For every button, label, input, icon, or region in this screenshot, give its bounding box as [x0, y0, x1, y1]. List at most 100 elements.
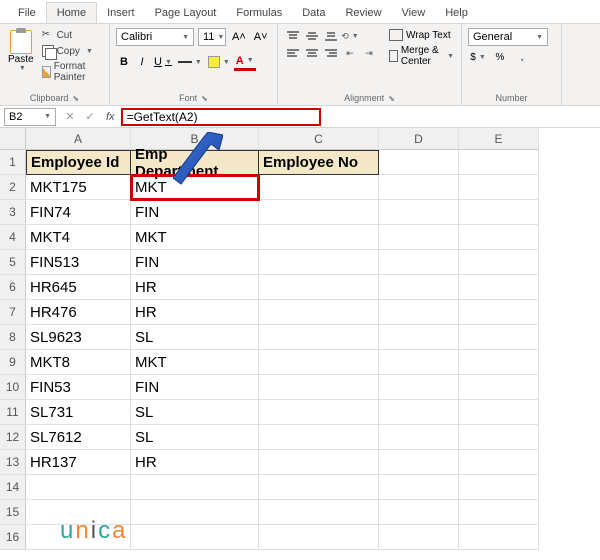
bold-button[interactable]: B — [116, 53, 132, 71]
cell[interactable]: SL — [131, 425, 259, 450]
paste-button[interactable]: Paste ▼ — [6, 28, 36, 74]
align-top-button[interactable] — [284, 28, 302, 44]
cell[interactable] — [379, 400, 459, 425]
row-header[interactable]: 7 — [0, 300, 26, 325]
cell[interactable] — [379, 250, 459, 275]
cell[interactable] — [379, 200, 459, 225]
merge-center-button[interactable]: Merge & Center▼ — [388, 44, 455, 68]
cell[interactable]: FIN — [131, 375, 259, 400]
row-header[interactable]: 4 — [0, 225, 26, 250]
cell[interactable] — [459, 525, 539, 550]
cell[interactable] — [379, 300, 459, 325]
align-middle-button[interactable] — [303, 28, 321, 44]
name-box[interactable]: B2▼ — [4, 108, 56, 126]
cell-selected[interactable]: MKT — [131, 175, 259, 200]
cell[interactable] — [259, 475, 379, 500]
cell[interactable] — [459, 200, 539, 225]
cell[interactable]: HR645 — [26, 275, 131, 300]
cell[interactable] — [379, 375, 459, 400]
col-header[interactable]: A — [26, 128, 131, 150]
tab-home[interactable]: Home — [46, 2, 97, 23]
cell[interactable] — [259, 425, 379, 450]
cell[interactable] — [259, 450, 379, 475]
cell[interactable] — [259, 200, 379, 225]
cell[interactable]: HR — [131, 450, 259, 475]
cell[interactable] — [131, 500, 259, 525]
comma-button[interactable]: , — [512, 48, 532, 66]
cell[interactable] — [379, 350, 459, 375]
cell[interactable]: MKT4 — [26, 225, 131, 250]
cell[interactable] — [259, 325, 379, 350]
cell[interactable] — [379, 475, 459, 500]
row-header[interactable]: 3 — [0, 200, 26, 225]
row-header[interactable]: 5 — [0, 250, 26, 275]
cell[interactable] — [379, 175, 459, 200]
cell[interactable]: FIN513 — [26, 250, 131, 275]
enter-formula-button[interactable]: ✓ — [80, 110, 100, 123]
format-painter-button[interactable]: Format Painter — [40, 60, 103, 84]
fill-color-button[interactable]: ▼ — [206, 53, 232, 71]
cell[interactable]: MKT175 — [26, 175, 131, 200]
cell[interactable] — [259, 500, 379, 525]
cell[interactable] — [259, 175, 379, 200]
cell[interactable]: MKT — [131, 350, 259, 375]
number-format-select[interactable]: General▼ — [468, 28, 548, 46]
font-size-select[interactable]: 11▼ — [198, 28, 226, 46]
dialog-launcher-icon[interactable]: ⬊ — [388, 94, 395, 103]
decrease-font-button[interactable]: A˅ — [252, 29, 270, 45]
cell[interactable]: Employee Id — [26, 150, 131, 175]
cell[interactable] — [259, 250, 379, 275]
fx-icon[interactable]: fx — [100, 111, 121, 123]
cell[interactable] — [459, 325, 539, 350]
align-right-button[interactable] — [322, 45, 340, 61]
increase-font-button[interactable]: A˄ — [230, 29, 248, 45]
cell[interactable]: HR137 — [26, 450, 131, 475]
row-header[interactable]: 16 — [0, 525, 26, 550]
orientation-button[interactable]: ⟲▼ — [341, 28, 359, 44]
cell[interactable] — [259, 375, 379, 400]
cell[interactable]: FIN — [131, 200, 259, 225]
row-header[interactable]: 2 — [0, 175, 26, 200]
row-header[interactable]: 10 — [0, 375, 26, 400]
cell[interactable] — [259, 300, 379, 325]
row-header[interactable]: 14 — [0, 475, 26, 500]
cell[interactable] — [459, 475, 539, 500]
cell[interactable]: HR — [131, 275, 259, 300]
cell[interactable] — [459, 175, 539, 200]
cell[interactable] — [379, 325, 459, 350]
cell[interactable] — [131, 525, 259, 550]
cell[interactable]: HR — [131, 300, 259, 325]
border-button[interactable]: ▼ — [176, 53, 204, 71]
wrap-text-button[interactable]: Wrap Text — [388, 28, 455, 42]
cell[interactable]: MKT8 — [26, 350, 131, 375]
cut-button[interactable]: ✂Cut — [40, 28, 103, 42]
col-header[interactable]: D — [379, 128, 459, 150]
row-header[interactable]: 8 — [0, 325, 26, 350]
tab-review[interactable]: Review — [335, 3, 391, 23]
row-header[interactable]: 9 — [0, 350, 26, 375]
percent-button[interactable]: % — [490, 48, 510, 66]
cell[interactable] — [259, 525, 379, 550]
font-name-select[interactable]: Calibri▼ — [116, 28, 194, 46]
select-all-corner[interactable] — [0, 128, 26, 150]
tab-data[interactable]: Data — [292, 3, 335, 23]
font-color-button[interactable]: A▼ — [234, 53, 256, 71]
cell[interactable]: FIN53 — [26, 375, 131, 400]
cell[interactable] — [459, 400, 539, 425]
cell[interactable] — [259, 350, 379, 375]
cell[interactable] — [459, 450, 539, 475]
tab-formulas[interactable]: Formulas — [226, 3, 292, 23]
cell[interactable] — [379, 225, 459, 250]
cell[interactable] — [26, 475, 131, 500]
col-header[interactable]: E — [459, 128, 539, 150]
cell[interactable] — [131, 475, 259, 500]
cell[interactable] — [379, 500, 459, 525]
cell[interactable] — [459, 500, 539, 525]
cell[interactable]: SL7612 — [26, 425, 131, 450]
row-header[interactable]: 11 — [0, 400, 26, 425]
cell[interactable] — [459, 425, 539, 450]
cancel-formula-button[interactable]: ✕ — [60, 110, 80, 123]
cell[interactable] — [379, 275, 459, 300]
row-header[interactable]: 15 — [0, 500, 26, 525]
cell[interactable]: Emp Department — [131, 150, 259, 175]
